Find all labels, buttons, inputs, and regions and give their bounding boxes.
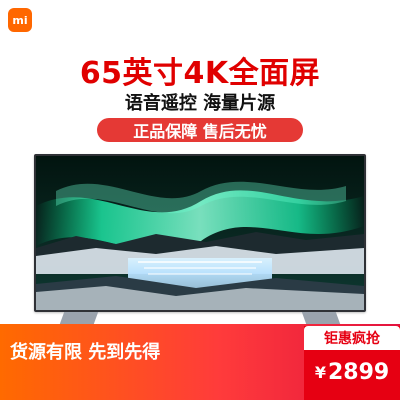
aurora-waterfall-image — [36, 156, 364, 310]
brand-logo: mi — [8, 8, 32, 32]
tv-stand-right — [301, 312, 341, 324]
price-display: ¥ 2899 — [304, 352, 400, 392]
stock-warning-text: 货源有限 先到先得 — [10, 342, 161, 363]
price-tag: 钜惠疯抢 — [304, 326, 400, 350]
currency-symbol: ¥ — [314, 362, 326, 382]
tv-stand-left — [59, 312, 99, 324]
tv-screen-image — [36, 156, 364, 310]
guarantee-badge: 正品保障 售后无忧 — [97, 118, 303, 142]
product-subtitle: 语音遥控 海量片源 — [124, 93, 276, 114]
logo-text: mi — [12, 13, 28, 27]
product-title: 65英寸4K全面屏 — [79, 56, 321, 91]
price-value: 2899 — [327, 359, 390, 385]
